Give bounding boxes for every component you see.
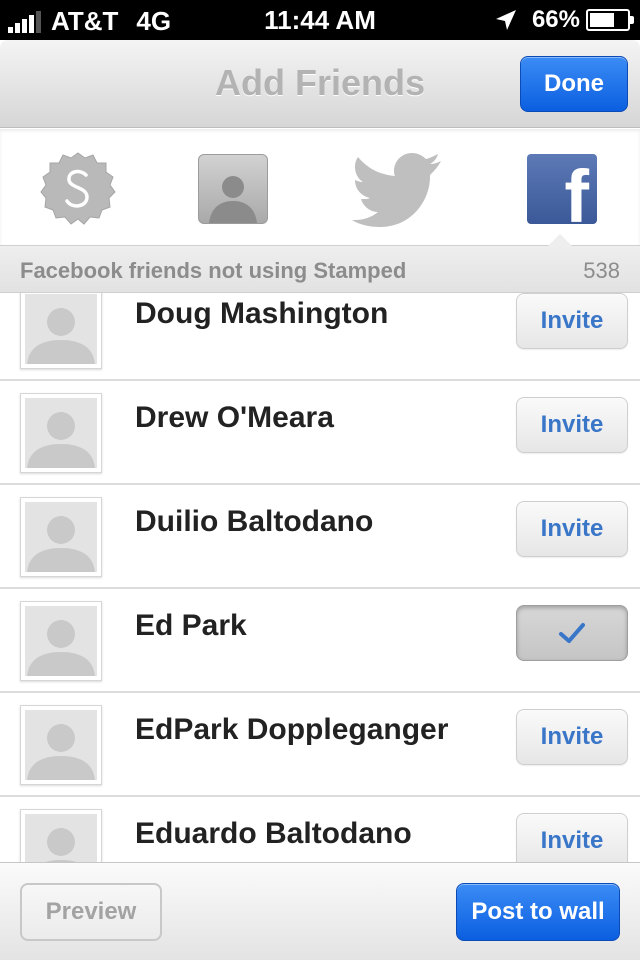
default-avatar-icon <box>27 412 95 468</box>
twitter-bird-icon <box>352 153 441 227</box>
status-right: 66% <box>494 6 634 34</box>
invite-button[interactable]: Invite <box>516 813 628 863</box>
default-avatar-icon <box>27 724 95 780</box>
tab-stamped[interactable] <box>38 149 118 229</box>
default-avatar-icon <box>27 620 95 676</box>
facebook-f-glyph: f <box>564 155 589 225</box>
friend-row: Drew O'Meara Invite <box>0 381 640 485</box>
contacts-tile <box>198 154 268 224</box>
post-to-wall-button[interactable]: Post to wall <box>456 883 620 941</box>
avatar <box>20 601 102 681</box>
friend-name: Duilio Baltodano <box>135 505 374 538</box>
preview-button[interactable]: Preview <box>20 883 162 941</box>
friend-row: Doug Mashington Invite <box>0 293 640 381</box>
avatar <box>20 809 102 863</box>
contact-person-icon <box>209 176 257 223</box>
tab-contacts[interactable] <box>193 149 273 229</box>
tab-facebook[interactable]: f <box>522 149 602 229</box>
invite-button[interactable]: Invite <box>516 397 628 453</box>
default-avatar-icon <box>27 308 95 364</box>
tab-twitter[interactable] <box>350 149 446 229</box>
facebook-icon: f <box>527 154 597 224</box>
invite-button[interactable]: Invite <box>516 293 628 349</box>
friend-row: Ed Park <box>0 589 640 693</box>
battery-percent: 66% <box>531 6 580 33</box>
friend-row: EdPark Doppleganger Invite <box>0 693 640 797</box>
navigation-bar: Add Friends Done <box>0 40 640 128</box>
stamped-badge-icon <box>40 152 116 225</box>
section-header: Facebook friends not using Stamped 538 <box>0 234 640 293</box>
avatar <box>20 497 102 577</box>
section-title: Facebook friends not using Stamped <box>20 258 407 283</box>
avatar <box>20 293 102 369</box>
friend-list[interactable]: Doug Mashington Invite Drew O'Meara Invi… <box>0 293 640 863</box>
friend-name: Drew O'Meara <box>135 401 334 434</box>
invite-button[interactable]: Invite <box>516 501 628 557</box>
friend-source-tabs: f <box>0 129 640 245</box>
default-avatar-icon <box>42 828 80 863</box>
friend-name: Eduardo Baltodano <box>135 817 412 850</box>
bottom-toolbar: Preview Post to wall <box>0 862 640 960</box>
battery-fill <box>590 13 614 27</box>
done-button[interactable]: Done <box>520 56 628 112</box>
checkmark-icon <box>559 623 585 643</box>
battery-icon <box>586 9 634 31</box>
friend-name: EdPark Doppleganger <box>135 713 449 746</box>
friend-name: Ed Park <box>135 609 247 642</box>
friend-row: Duilio Baltodano Invite <box>0 485 640 589</box>
avatar <box>20 705 102 785</box>
friend-row: Eduardo Baltodano Invite <box>0 797 640 863</box>
default-avatar-icon <box>27 516 95 572</box>
location-arrow-icon <box>495 10 516 30</box>
status-bar: AT&T 4G 11:44 AM 66% <box>0 0 640 40</box>
friend-name: Doug Mashington <box>135 297 389 330</box>
friend-count: 538 <box>583 258 620 283</box>
selected-tab-pointer <box>548 234 572 246</box>
avatar <box>20 393 102 473</box>
invite-button[interactable]: Invite <box>516 709 628 765</box>
invited-check-button[interactable] <box>516 605 628 661</box>
